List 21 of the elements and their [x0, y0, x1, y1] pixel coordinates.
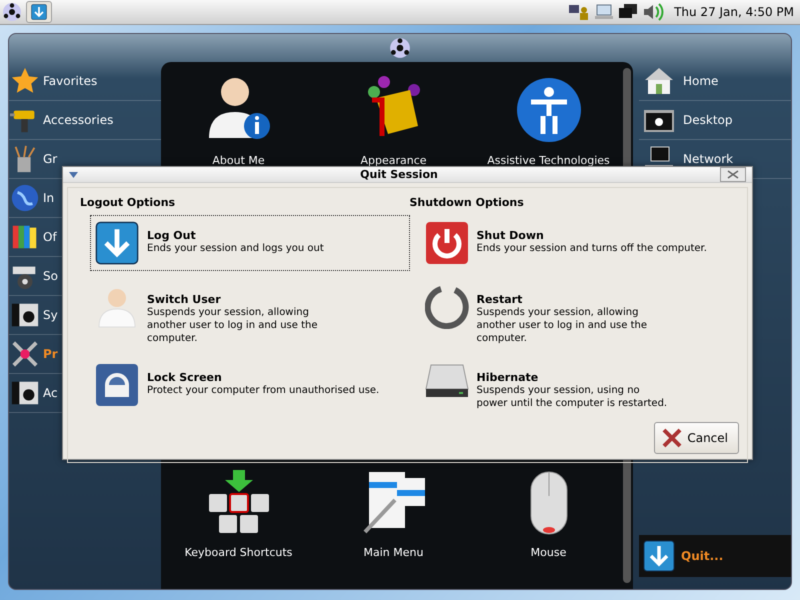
- option-description: Ends your session and turns off the computer.: [476, 242, 707, 255]
- option-description: Suspends your session, using no power until the computer is restarted.: [476, 384, 668, 410]
- option-description: Suspends your session, allowing another user to log in and use the computer.: [147, 306, 318, 345]
- app-label: About Me: [212, 154, 265, 167]
- option-description: Protect your computer from unauthorised use.: [147, 384, 380, 397]
- option-title: Lock Screen: [147, 371, 223, 384]
- dialog-title: Quit Session: [359, 168, 439, 181]
- option-title: Log Out: [147, 229, 197, 242]
- section-heading: Logout Options: [80, 196, 176, 209]
- section-heading: Shutdown Options: [410, 196, 525, 209]
- option-description: Suspends your session, allowing another user to log in and use the computer.: [476, 306, 647, 345]
- option-description: Ends your session and logs you out: [147, 242, 324, 255]
- app-label: Assistive Technologies: [487, 154, 610, 167]
- option-title: Shut Down: [476, 229, 545, 242]
- app-label: Keyboard Shortcuts: [184, 546, 292, 559]
- app-label: Main Menu: [364, 546, 424, 559]
- app-label: Mouse: [530, 546, 566, 559]
- app-label: Appearance: [360, 154, 427, 167]
- option-title: Restart: [476, 293, 524, 306]
- option-title: Switch User: [147, 293, 222, 306]
- option-title: Hibernate: [476, 371, 540, 384]
